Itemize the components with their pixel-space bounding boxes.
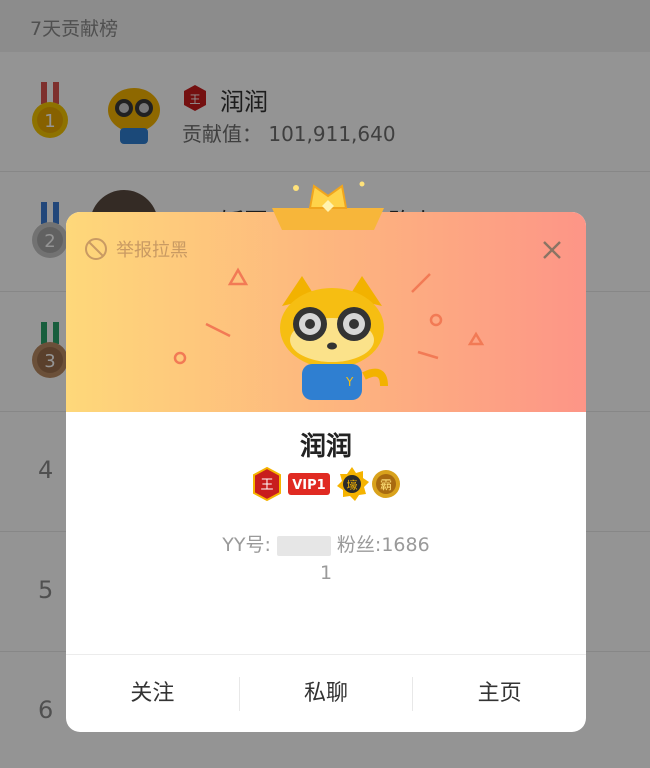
user-info-line: YY号: 粉丝:1686 — [66, 530, 586, 557]
badge-overlord: 霸 — [380, 478, 392, 492]
overlord-badge-icon: 霸 — [372, 470, 400, 498]
homepage-button[interactable]: 主页 — [413, 655, 586, 733]
rich-badge-icon: 壕 — [337, 467, 369, 501]
badge-row: 王 VIP1 壕 霸 — [253, 466, 400, 502]
badge-rich: 壕 — [347, 478, 358, 492]
svg-text:Y: Y — [345, 375, 354, 389]
yy-id-label: YY号: — [222, 534, 271, 556]
action-bar: 关注 私聊 主页 — [66, 654, 586, 732]
yy-id-redacted — [276, 535, 331, 556]
badge-vip: VIP1 — [292, 478, 325, 493]
follow-button[interactable]: 关注 — [66, 655, 239, 733]
badge-king: 王 — [260, 478, 273, 493]
private-message-button[interactable]: 私聊 — [240, 655, 413, 733]
crown-icon — [272, 181, 384, 230]
user-name: 润润 — [299, 432, 352, 462]
fans-count-continued: 1 — [319, 562, 333, 584]
modal-header-banner: 举报拉黑 Y — [66, 212, 586, 412]
close-icon[interactable] — [536, 234, 568, 266]
vip-badge-icon: VIP1 — [288, 473, 330, 495]
block-icon — [85, 238, 107, 260]
fans-count: 粉丝:1686 — [336, 534, 430, 556]
report-block-button[interactable]: 举报拉黑 — [84, 236, 188, 262]
report-block-label: 举报拉黑 — [116, 240, 188, 261]
avatar: Y — [280, 276, 388, 400]
king-badge-icon: 王 — [253, 466, 281, 502]
user-card-modal: 举报拉黑 Y 润润 王 VIP1 壕 霸 YY号: 粉丝:1686 1 关注 私… — [66, 181, 586, 732]
